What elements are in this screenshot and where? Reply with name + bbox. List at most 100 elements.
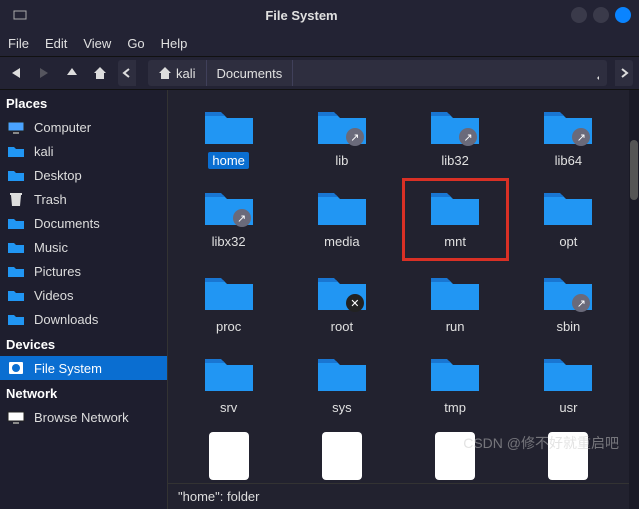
home-button[interactable] [90,63,110,83]
path-edit-button[interactable] [587,63,607,83]
maximize-button[interactable] [593,7,609,23]
folder-icon: ↗ [540,270,596,314]
folder-item-proc[interactable]: proc [176,264,281,341]
menu-edit[interactable]: Edit [45,36,67,51]
file-icon [322,432,362,480]
sidebar-item-label: Documents [34,216,100,231]
app-icon [8,8,32,22]
folder-item-libx32[interactable]: ↗libx32 [176,179,281,260]
file-item[interactable] [176,426,281,483]
folder-item-usr[interactable]: usr [516,345,621,422]
folder-item-sys[interactable]: sys [289,345,394,422]
path-back-button[interactable] [118,60,136,86]
folder-item-sbin[interactable]: ↗sbin [516,264,621,341]
file-item[interactable] [403,426,508,483]
sidebar-item-pictures[interactable]: Pictures [0,259,167,283]
sidebar-item-music[interactable]: Music [0,235,167,259]
sidebar-head-devices: Devices [0,331,167,356]
content-area: home ↗ lib ↗lib32↗lib64 ↗libx32 media mnt opt pr… [168,90,629,509]
sidebar-item-videos[interactable]: Videos [0,283,167,307]
sidebar-item-documents[interactable]: Documents [0,211,167,235]
forward-button[interactable] [34,63,54,83]
path-seg-home[interactable]: kali [148,60,207,86]
sidebar-item-file-system[interactable]: File System [0,356,167,380]
sidebar-item-computer[interactable]: Computer [0,115,167,139]
scrollbar-thumb[interactable] [630,140,638,200]
sidebar-item-browse-network[interactable]: Browse Network [0,405,167,429]
menu-view[interactable]: View [83,36,111,51]
folder-icon: ↗ [540,104,596,148]
folder-grid-scroll[interactable]: home ↗ lib ↗lib32↗lib64 ↗libx32 media mnt opt pr… [168,90,629,483]
sidebar-item-kali[interactable]: kali [0,139,167,163]
minimize-button[interactable] [571,7,587,23]
sidebar-item-label: File System [34,361,102,376]
titlebar: File System [0,0,639,30]
menu-file[interactable]: File [8,36,29,51]
folder-item-tmp[interactable]: tmp [403,345,508,422]
folder-item-lib[interactable]: ↗ lib [289,98,394,175]
sidebar-item-trash[interactable]: Trash [0,187,167,211]
folder-item-mnt[interactable]: mnt [403,179,508,260]
file-item[interactable] [516,426,621,483]
file-item[interactable] [289,426,394,483]
folder-item-lib32[interactable]: ↗lib32 [403,98,508,175]
folder-blue-icon [6,143,26,159]
folder-icon: ↗ [427,104,483,148]
sidebar-item-label: Videos [34,288,74,303]
folder-label: run [442,318,469,335]
vertical-scrollbar[interactable] [629,90,639,509]
folder-icon [314,351,370,395]
symlink-emblem-icon: ↗ [233,209,251,227]
file-icon [209,432,249,480]
folder-label: tmp [440,399,470,416]
statusbar: "home": folder [168,483,629,509]
network-icon [6,409,26,425]
folder-label: mnt [440,233,470,250]
menu-help[interactable]: Help [161,36,188,51]
disk-icon [6,360,26,376]
home-icon [158,66,172,80]
folder-icon [201,104,257,148]
folder-blue-icon [6,263,26,279]
sidebar-item-label: Desktop [34,168,82,183]
symlink-emblem-icon: ↗ [346,128,364,146]
back-button[interactable] [6,63,26,83]
sidebar-item-label: Computer [34,120,91,135]
toolbar: kali Documents [0,56,639,90]
folder-item-lib64[interactable]: ↗lib64 [516,98,621,175]
folder-label: lib [331,152,352,169]
trash-icon [6,191,26,207]
folder-icon [540,351,596,395]
path-label-kali: kali [176,66,196,81]
folder-item-opt[interactable]: opt [516,179,621,260]
sidebar-item-desktop[interactable]: Desktop [0,163,167,187]
folder-item-srv[interactable]: srv [176,345,281,422]
sidebar-item-label: Music [34,240,68,255]
folder-blue-icon [6,215,26,231]
close-button[interactable] [615,7,631,23]
folder-label: home [208,152,249,169]
sidebar-item-downloads[interactable]: Downloads [0,307,167,331]
folder-label: media [320,233,363,250]
up-button[interactable] [62,63,82,83]
folder-icon: ↗ [201,185,257,229]
folder-icon: ↗ [314,104,370,148]
status-text: "home": folder [178,489,260,504]
folder-item-run[interactable]: run [403,264,508,341]
sidebar-item-label: Browse Network [34,410,129,425]
pathbar: kali Documents [148,60,607,86]
path-seg-documents[interactable]: Documents [207,60,294,86]
sidebar-item-label: kali [34,144,54,159]
path-label-documents: Documents [217,66,283,81]
folder-icon [540,185,596,229]
folder-icon [427,270,483,314]
folder-label: sys [328,399,356,416]
path-forward-button[interactable] [615,60,633,86]
folder-item-home[interactable]: home [176,98,281,175]
folder-item-root[interactable]: ✕root [289,264,394,341]
menu-go[interactable]: Go [127,36,144,51]
folder-blue-icon [6,287,26,303]
folder-label: root [327,318,357,335]
folder-item-media[interactable]: media [289,179,394,260]
folder-icon [201,351,257,395]
